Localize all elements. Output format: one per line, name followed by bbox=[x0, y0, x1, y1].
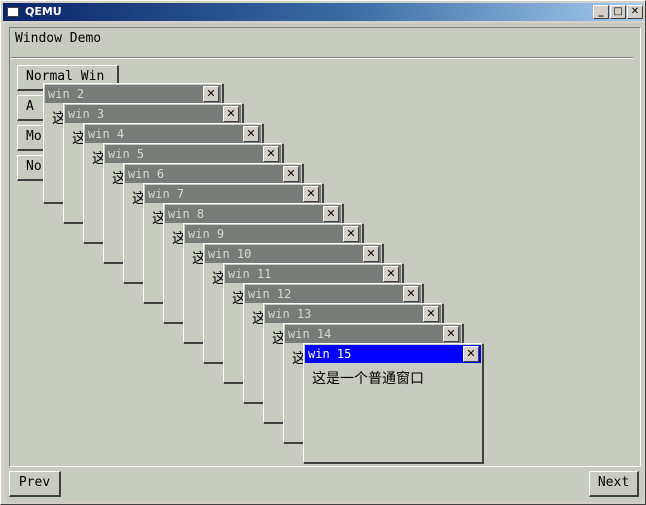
maximize-button[interactable]: □ bbox=[610, 5, 626, 19]
child-window-title: win 9 bbox=[188, 227, 225, 241]
child-window-title-bar[interactable]: win 5 ✕ bbox=[105, 145, 281, 163]
close-icon[interactable]: ✕ bbox=[243, 126, 259, 142]
close-icon[interactable]: ✕ bbox=[223, 106, 239, 122]
child-window-title-bar[interactable]: win 11 ✕ bbox=[225, 265, 401, 283]
child-window-title-bar[interactable]: win 12 ✕ bbox=[245, 285, 421, 303]
child-window-title: win 13 bbox=[268, 307, 312, 321]
close-icon[interactable]: ✕ bbox=[383, 266, 399, 282]
child-window-title-bar[interactable]: win 10 ✕ bbox=[205, 245, 381, 263]
child-window-title-bar[interactable]: win 6 ✕ bbox=[125, 165, 301, 183]
child-window-title-bar[interactable]: win 9 ✕ bbox=[185, 225, 361, 243]
child-window-text: 这是一个普通窗口 bbox=[312, 371, 424, 387]
child-window-title-bar[interactable]: win 3 ✕ bbox=[65, 105, 241, 123]
next-button[interactable]: Next bbox=[589, 471, 639, 497]
close-icon[interactable]: ✕ bbox=[423, 306, 439, 322]
close-icon[interactable]: ✕ bbox=[343, 226, 359, 242]
prev-button[interactable]: Prev bbox=[9, 471, 61, 497]
child-window-title-bar[interactable]: win 4 ✕ bbox=[85, 125, 261, 143]
qemu-window: QEMU _ □ ✕ Window Demo Normal Win A Mo N… bbox=[0, 0, 646, 505]
guest-desktop: Window Demo Normal Win A Mo No win 2 ✕ 这 wi… bbox=[5, 23, 643, 502]
child-window-title-bar[interactable]: win 8 ✕ bbox=[165, 205, 341, 223]
child-window-title-bar[interactable]: win 15 ✕ bbox=[305, 345, 481, 363]
child-window-title: win 4 bbox=[88, 127, 125, 141]
child-window-title: win 7 bbox=[148, 187, 185, 201]
separator bbox=[11, 57, 633, 59]
child-window-title: win 3 bbox=[68, 107, 105, 121]
close-icon[interactable]: ✕ bbox=[443, 326, 459, 342]
close-icon[interactable]: ✕ bbox=[203, 86, 219, 102]
close-icon[interactable]: ✕ bbox=[323, 206, 339, 222]
close-icon[interactable]: ✕ bbox=[363, 246, 379, 262]
close-icon[interactable]: ✕ bbox=[303, 186, 319, 202]
minimize-button[interactable]: _ bbox=[593, 5, 609, 19]
child-window-title: win 8 bbox=[168, 207, 205, 221]
close-icon[interactable]: ✕ bbox=[403, 286, 419, 302]
child-window-title: win 11 bbox=[228, 267, 272, 281]
child-window-title-bar[interactable]: win 7 ✕ bbox=[145, 185, 321, 203]
child-window[interactable]: win 15 ✕ 这是一个普通窗口 bbox=[303, 343, 483, 463]
child-window-title: win 6 bbox=[128, 167, 165, 181]
close-icon[interactable]: ✕ bbox=[283, 166, 299, 182]
qemu-title: QEMU bbox=[25, 5, 62, 18]
child-window-title-bar[interactable]: win 13 ✕ bbox=[265, 305, 441, 323]
child-window-title: win 14 bbox=[288, 327, 332, 341]
child-window-title: win 15 bbox=[308, 347, 352, 361]
demo-title: Window Demo bbox=[15, 31, 102, 46]
child-window-title-bar[interactable]: win 2 ✕ bbox=[45, 85, 221, 103]
child-window-title: win 10 bbox=[208, 247, 252, 261]
close-icon[interactable]: ✕ bbox=[263, 146, 279, 162]
close-button[interactable]: ✕ bbox=[627, 5, 643, 19]
close-icon[interactable]: ✕ bbox=[463, 346, 479, 362]
qemu-title-bar[interactable]: QEMU _ □ ✕ bbox=[3, 3, 643, 21]
child-window-title-bar[interactable]: win 14 ✕ bbox=[285, 325, 461, 343]
app-window-icon bbox=[7, 7, 19, 17]
child-window-title: win 12 bbox=[248, 287, 292, 301]
child-window-title: win 2 bbox=[48, 87, 85, 101]
child-window-title: win 5 bbox=[108, 147, 145, 161]
